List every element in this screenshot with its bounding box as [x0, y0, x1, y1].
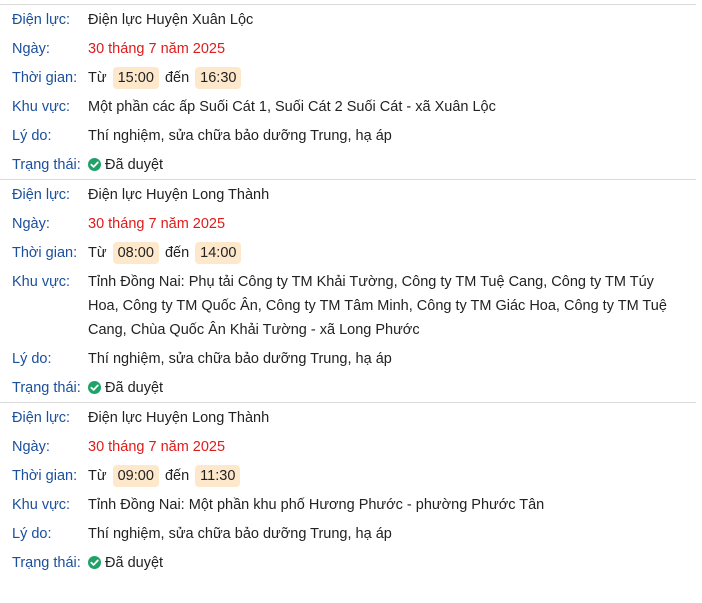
outage-entry: Điện lực: Điện lực Huyện Long Thành Ngày… — [0, 179, 696, 402]
area-label: Khu vực: — [12, 497, 71, 513]
time-label: Thời gian: — [12, 245, 78, 261]
end-time-chip: 11:30 — [195, 465, 241, 487]
area-label: Khu vực: — [12, 99, 71, 115]
time-value: Từ 15:00 đến 16:30 — [88, 66, 696, 90]
unit-value: Điện lực Huyện Xuân Lộc — [88, 12, 254, 28]
outage-entry: Điện lực: Điện lực Huyện Long Thành Ngày… — [0, 402, 696, 577]
unit-label: Điện lực: — [12, 187, 71, 203]
status-row: Trạng thái: Đã duyệt — [0, 373, 696, 402]
check-circle-icon — [88, 158, 101, 171]
status-label: Trạng thái: — [12, 157, 81, 173]
reason-value: Thí nghiệm, sửa chữa bảo dưỡng Trung, hạ… — [88, 526, 392, 542]
reason-row: Lý do: Thí nghiệm, sửa chữa bảo dưỡng Tr… — [0, 344, 696, 373]
reason-label: Lý do: — [12, 351, 52, 367]
status-value: Đã duyệt — [88, 153, 696, 177]
date-value: 30 tháng 7 năm 2025 — [88, 216, 226, 232]
status-text: Đã duyệt — [105, 380, 164, 396]
from-text: Từ — [88, 468, 107, 484]
status-label: Trạng thái: — [12, 380, 81, 396]
reason-value: Thí nghiệm, sửa chữa bảo dưỡng Trung, hạ… — [88, 128, 392, 144]
status-text: Đã duyệt — [105, 157, 164, 173]
date-label: Ngày: — [12, 439, 50, 455]
reason-label: Lý do: — [12, 526, 52, 542]
status-text: Đã duyệt — [105, 555, 164, 571]
to-text: đến — [164, 468, 190, 484]
start-time-chip: 08:00 — [112, 242, 159, 264]
reason-label: Lý do: — [12, 128, 52, 144]
date-value: 30 tháng 7 năm 2025 — [88, 41, 226, 57]
status-row: Trạng thái: Đã duyệt — [0, 548, 696, 577]
date-row: Ngày: 30 tháng 7 năm 2025 — [0, 34, 696, 63]
date-label: Ngày: — [12, 41, 50, 57]
area-row: Khu vực: Một phần các ấp Suối Cát 1, Suố… — [0, 92, 696, 121]
area-row: Khu vực: Tỉnh Đồng Nai: Phụ tải Công ty … — [0, 267, 696, 344]
outage-list: Điện lực: Điện lực Huyện Xuân Lộc Ngày: … — [0, 4, 702, 577]
unit-value: Điện lực Huyện Long Thành — [88, 187, 270, 203]
reason-value: Thí nghiệm, sửa chữa bảo dưỡng Trung, hạ… — [88, 351, 392, 367]
unit-label: Điện lực: — [12, 410, 71, 426]
start-time-chip: 15:00 — [112, 67, 159, 89]
time-row: Thời gian: Từ 09:00 đến 11:30 — [0, 461, 696, 490]
status-row: Trạng thái: Đã duyệt — [0, 150, 696, 179]
end-time-chip: 14:00 — [195, 242, 242, 264]
time-label: Thời gian: — [12, 468, 78, 484]
area-value: Tỉnh Đồng Nai: Phụ tải Công ty TM Khải T… — [88, 274, 667, 338]
area-row: Khu vực: Tỉnh Đồng Nai: Một phần khu phố… — [0, 490, 696, 519]
time-value: Từ 08:00 đến 14:00 — [88, 241, 696, 265]
start-time-chip: 09:00 — [112, 465, 159, 487]
time-label: Thời gian: — [12, 70, 78, 86]
from-text: Từ — [88, 245, 107, 261]
status-value: Đã duyệt — [88, 376, 696, 400]
time-row: Thời gian: Từ 08:00 đến 14:00 — [0, 238, 696, 267]
status-value: Đã duyệt — [88, 551, 696, 575]
check-circle-icon — [88, 556, 101, 569]
date-value: 30 tháng 7 năm 2025 — [88, 439, 226, 455]
outage-entry: Điện lực: Điện lực Huyện Xuân Lộc Ngày: … — [0, 4, 696, 179]
date-label: Ngày: — [12, 216, 50, 232]
end-time-chip: 16:30 — [195, 67, 242, 89]
from-text: Từ — [88, 70, 107, 86]
unit-label: Điện lực: — [12, 12, 71, 28]
time-row: Thời gian: Từ 15:00 đến 16:30 — [0, 63, 696, 92]
date-row: Ngày: 30 tháng 7 năm 2025 — [0, 209, 696, 238]
area-value: Tỉnh Đồng Nai: Một phần khu phố Hương Ph… — [88, 497, 545, 513]
unit-row: Điện lực: Điện lực Huyện Long Thành — [0, 403, 696, 432]
unit-row: Điện lực: Điện lực Huyện Long Thành — [0, 180, 696, 209]
date-row: Ngày: 30 tháng 7 năm 2025 — [0, 432, 696, 461]
area-value: Một phần các ấp Suối Cát 1, Suối Cát 2 S… — [88, 99, 496, 115]
check-circle-icon — [88, 381, 101, 394]
unit-row: Điện lực: Điện lực Huyện Xuân Lộc — [0, 5, 696, 34]
to-text: đến — [164, 70, 190, 86]
reason-row: Lý do: Thí nghiệm, sửa chữa bảo dưỡng Tr… — [0, 121, 696, 150]
reason-row: Lý do: Thí nghiệm, sửa chữa bảo dưỡng Tr… — [0, 519, 696, 548]
to-text: đến — [164, 245, 190, 261]
status-label: Trạng thái: — [12, 555, 81, 571]
area-label: Khu vực: — [12, 274, 71, 290]
time-value: Từ 09:00 đến 11:30 — [88, 464, 696, 488]
unit-value: Điện lực Huyện Long Thành — [88, 410, 270, 426]
